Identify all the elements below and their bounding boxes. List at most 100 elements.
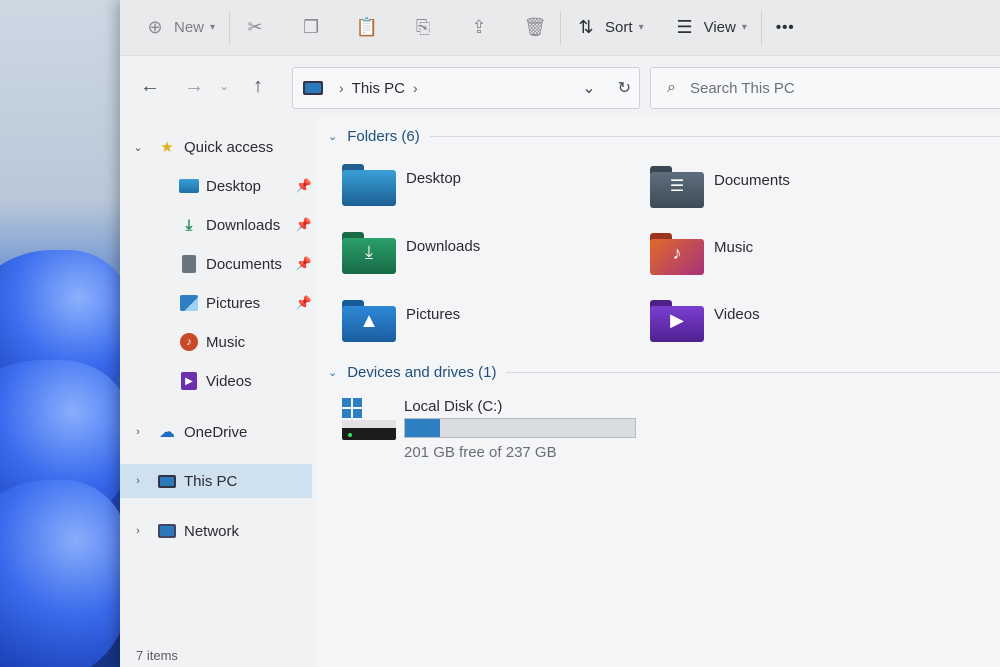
sidebar-network[interactable]: › Network bbox=[120, 514, 312, 548]
sidebar-item-label: This PC bbox=[184, 472, 238, 490]
devices-group-header[interactable]: ⌄ Devices and drives (1) bbox=[328, 364, 1000, 381]
file-explorer-window: ⊕ New ▾ ✂ ❐ 📋 ⎘ ⇪ 🗑 ⇅ Sort ▾ ☰ View ▾ ••… bbox=[120, 0, 1000, 667]
more-icon: ••• bbox=[775, 19, 795, 36]
breadcrumb-this-pc[interactable]: This PC bbox=[352, 80, 405, 97]
rename-icon[interactable]: ⎘ bbox=[412, 17, 434, 39]
videos-folder-icon: ▶ bbox=[650, 300, 704, 342]
folder-tile-downloads[interactable]: ⤓ Downloads bbox=[342, 232, 480, 274]
paste-icon[interactable]: 📋 bbox=[356, 17, 378, 39]
star-icon: ★ bbox=[160, 139, 174, 156]
desktop-folder-icon bbox=[342, 164, 396, 206]
search-placeholder: Search This PC bbox=[689, 79, 795, 97]
divider bbox=[760, 10, 762, 45]
address-bar[interactable]: › This PC › ⌄ ↻ bbox=[292, 67, 640, 109]
expand-chevron-right-icon[interactable]: › bbox=[120, 525, 156, 537]
view-icon: ☰ bbox=[676, 17, 693, 37]
cut-icon[interactable]: ✂ bbox=[244, 17, 266, 39]
view-button[interactable]: ☰ View ▾ bbox=[674, 8, 747, 48]
pin-icon[interactable]: 📌 bbox=[296, 256, 312, 272]
folders-group-header[interactable]: ⌄ Folders (6) bbox=[328, 128, 1000, 145]
sidebar-item-label: Documents bbox=[206, 255, 282, 273]
music-folder-icon: ♪ bbox=[650, 233, 704, 275]
music-icon: ♪ bbox=[178, 333, 200, 351]
pin-icon[interactable]: 📌 bbox=[296, 217, 312, 233]
divider bbox=[229, 10, 231, 45]
documents-folder-icon: ☰ bbox=[650, 166, 704, 208]
sidebar-item-label: Downloads bbox=[206, 216, 281, 234]
play-icon: ▶ bbox=[670, 310, 684, 330]
forward-arrow-icon[interactable]: → bbox=[176, 75, 212, 98]
share-icon[interactable]: ⇪ bbox=[468, 17, 490, 39]
new-button[interactable]: ⊕ New ▾ bbox=[144, 8, 215, 48]
mountain-icon: ▲ bbox=[359, 310, 379, 332]
breadcrumb-chevron-icon: › bbox=[339, 80, 344, 96]
sidebar-item-videos[interactable]: ▶ Videos bbox=[120, 364, 312, 398]
more-options-button[interactable]: ••• bbox=[776, 8, 795, 48]
expand-chevron-right-icon[interactable]: › bbox=[120, 475, 156, 487]
group-header-label: Devices and drives (1) bbox=[347, 364, 497, 381]
wallpaper-petal bbox=[0, 480, 130, 667]
collapse-chevron-icon[interactable]: ⌄ bbox=[328, 366, 337, 379]
expand-chevron-down-icon[interactable]: ⌄ bbox=[120, 141, 156, 154]
sidebar-item-documents[interactable]: Documents 📌 bbox=[120, 247, 312, 281]
chevron-down-icon: ▾ bbox=[741, 22, 747, 33]
pictures-icon bbox=[178, 294, 200, 312]
folder-tile-videos[interactable]: ▶ Videos bbox=[650, 300, 760, 342]
pin-icon[interactable]: 📌 bbox=[296, 295, 312, 311]
cloud-icon: ☁ bbox=[159, 424, 175, 441]
desktop-wallpaper bbox=[0, 0, 130, 667]
search-box[interactable]: ⌕ Search This PC bbox=[650, 67, 1000, 109]
folder-tile-documents[interactable]: ☰ Documents bbox=[650, 166, 790, 208]
download-icon: ⤓ bbox=[185, 216, 193, 234]
sidebar-item-downloads[interactable]: ⤓ Downloads 📌 bbox=[120, 208, 312, 242]
sidebar-item-label: Desktop bbox=[206, 177, 262, 195]
sidebar-item-desktop[interactable]: Desktop 📌 bbox=[120, 169, 312, 203]
sort-icon: ⇅ bbox=[578, 17, 594, 37]
new-label: New bbox=[174, 19, 205, 36]
download-arrow-icon: ⤓ bbox=[365, 242, 373, 262]
sort-button[interactable]: ⇅ Sort ▾ bbox=[575, 8, 644, 48]
content-area: ⌄ Folders (6) Desktop ☰ Documents ⤓ Down… bbox=[316, 116, 1000, 667]
sidebar-item-music[interactable]: ♪ Music bbox=[120, 325, 312, 359]
sidebar-item-label: Pictures bbox=[206, 294, 261, 312]
pin-icon[interactable]: 📌 bbox=[296, 178, 312, 194]
folder-label: Music bbox=[714, 239, 754, 256]
desktop-icon bbox=[178, 177, 200, 195]
divider bbox=[506, 372, 1000, 373]
up-arrow-icon[interactable]: ↑ bbox=[240, 75, 276, 98]
pictures-folder-icon: ▲ bbox=[342, 300, 396, 342]
drive-free-space: 201 GB free of 237 GB bbox=[404, 444, 557, 461]
clipboard-actions: ✂ ❐ 📋 ⎘ ⇪ 🗑 bbox=[244, 8, 547, 48]
refresh-icon[interactable]: ↻ bbox=[618, 78, 631, 98]
divider bbox=[560, 10, 562, 45]
back-arrow-icon[interactable]: ← bbox=[132, 75, 168, 98]
address-history-chevron-icon[interactable]: ⌄ bbox=[582, 78, 595, 98]
chevron-down-icon: ▾ bbox=[210, 22, 216, 33]
folder-tile-desktop[interactable]: Desktop bbox=[342, 164, 461, 206]
folder-label: Pictures bbox=[406, 306, 461, 323]
computer-icon bbox=[156, 472, 178, 490]
sidebar-this-pc[interactable]: › This PC bbox=[120, 464, 312, 498]
recent-locations-chevron-icon[interactable]: ⌄ bbox=[212, 79, 236, 93]
documents-icon bbox=[178, 255, 200, 273]
copy-icon[interactable]: ❐ bbox=[300, 17, 322, 39]
sidebar-item-label: Quick access bbox=[184, 138, 274, 156]
plus-circle-icon: ⊕ bbox=[147, 17, 163, 37]
folder-tile-music[interactable]: ♪ Music bbox=[650, 233, 753, 275]
delete-icon[interactable]: 🗑 bbox=[524, 17, 547, 39]
sidebar-item-label: Videos bbox=[206, 372, 252, 390]
sidebar-item-pictures[interactable]: Pictures 📌 bbox=[120, 286, 312, 320]
folder-tile-pictures[interactable]: ▲ Pictures bbox=[342, 300, 460, 342]
command-bar: ⊕ New ▾ ✂ ❐ 📋 ⎘ ⇪ 🗑 ⇅ Sort ▾ ☰ View ▾ ••… bbox=[120, 0, 1000, 56]
breadcrumb-chevron-icon[interactable]: › bbox=[413, 80, 418, 96]
windows-logo-icon bbox=[342, 398, 362, 418]
expand-chevron-right-icon[interactable]: › bbox=[120, 426, 156, 438]
folder-label: Desktop bbox=[406, 170, 462, 187]
folder-label: Documents bbox=[714, 172, 790, 189]
sidebar-onedrive[interactable]: › ☁ OneDrive bbox=[120, 415, 312, 449]
chevron-down-icon: ▾ bbox=[638, 22, 644, 33]
divider bbox=[429, 136, 1000, 137]
group-header-label: Folders (6) bbox=[347, 128, 420, 145]
sidebar-quick-access[interactable]: ⌄ ★ Quick access bbox=[120, 130, 312, 164]
collapse-chevron-icon[interactable]: ⌄ bbox=[328, 130, 337, 143]
